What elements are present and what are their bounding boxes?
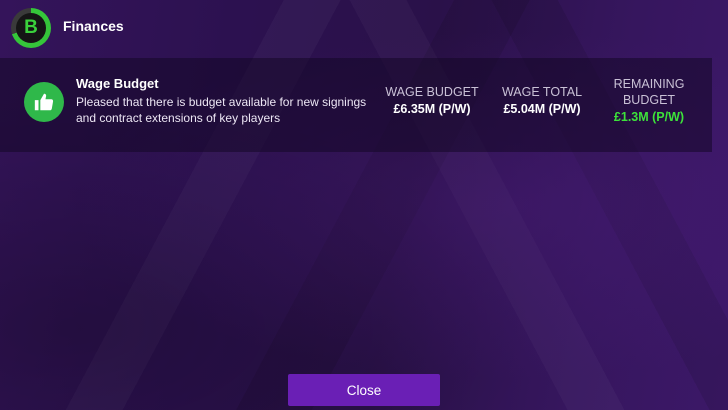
close-button[interactable]: Close [288,374,440,406]
wage-budget-title: Wage Budget [76,76,159,91]
stat-value: £1.3M (P/W) [613,110,685,124]
stat-label-line2: BUDGET [622,93,676,107]
stat-value: £5.04M (P/W) [503,102,581,116]
thumbs-up-icon [24,82,64,122]
stat-label: WAGE TOTAL [501,85,583,99]
stat-wage-total: WAGE TOTAL £5.04M (P/W) [492,84,592,117]
thumbs-up-icon-glyph [34,93,54,111]
header: B Finances [0,0,728,54]
grade-letter: B [16,13,46,43]
page-title: Finances [63,18,124,34]
stat-remaining-budget: REMAINING BUDGET £1.3M (P/W) [600,76,698,125]
stat-wage-budget: WAGE BUDGET £6.35M (P/W) [384,84,480,117]
grade-badge: B [11,8,51,48]
stat-label-line1: REMAINING [613,77,685,91]
stat-value: £6.35M (P/W) [393,102,471,116]
wage-budget-description: Pleased that there is budget available f… [76,95,367,125]
stat-label: WAGE BUDGET [385,85,479,99]
